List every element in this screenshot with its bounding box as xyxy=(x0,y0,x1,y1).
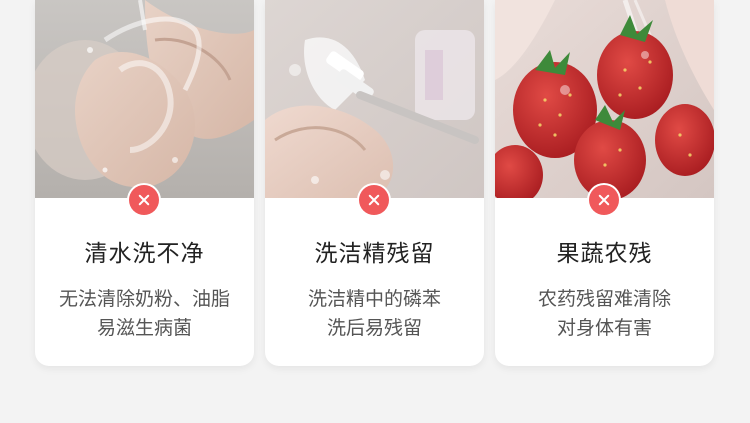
close-x-icon xyxy=(129,185,159,215)
problem-cards-section: 清水洗不净 无法清除奶粉、油脂 易滋生病菌 洗洁精残留 洗洁精中的磷苯 洗后易残… xyxy=(0,0,750,423)
description-line: 无法清除奶粉、油脂 xyxy=(58,288,230,310)
description-line: 洗洁精中的磷苯 xyxy=(307,288,441,310)
card-description: 无法清除奶粉、油脂 易滋生病菌 xyxy=(41,285,248,343)
card-title: 果蔬农残 xyxy=(556,241,653,267)
card-description: 农药残留难清除 对身体有害 xyxy=(501,285,708,343)
photo-bottle-brush-cleaning xyxy=(265,0,484,198)
close-x-icon xyxy=(359,185,389,215)
card-title: 清水洗不净 xyxy=(84,241,205,267)
photo-hands-washing-under-water xyxy=(35,0,254,198)
description-line: 洗后易残留 xyxy=(326,317,422,339)
card-description: 洗洁精中的磷苯 洗后易残留 xyxy=(271,285,478,343)
close-x-icon xyxy=(589,185,619,215)
description-line: 对身体有害 xyxy=(556,317,652,339)
description-line: 易滋生病菌 xyxy=(96,317,192,339)
problem-card-detergent-residue: 洗洁精残留 洗洁精中的磷苯 洗后易残留 xyxy=(265,0,484,366)
card-title: 洗洁精残留 xyxy=(314,241,435,267)
description-line: 农药残留难清除 xyxy=(537,288,671,310)
problem-card-water-wash: 清水洗不净 无法清除奶粉、油脂 易滋生病菌 xyxy=(35,0,254,366)
problem-card-pesticide-residue: 果蔬农残 农药残留难清除 对身体有害 xyxy=(495,0,714,366)
photo-strawberries-under-water xyxy=(495,0,714,198)
